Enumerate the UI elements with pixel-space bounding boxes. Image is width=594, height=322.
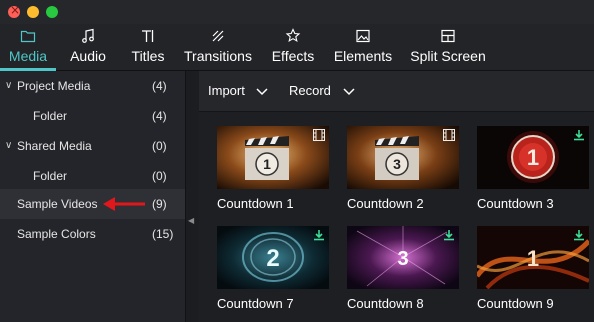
video-thumbnail[interactable]: 3: [347, 226, 459, 289]
sidebar-item-sample-videos[interactable]: Sample Videos (9): [0, 189, 185, 219]
video-thumbnail[interactable]: 2: [217, 226, 329, 289]
transition-icon: [182, 28, 254, 48]
sidebar-item-count: (0): [152, 169, 167, 183]
window-title-bar: [0, 0, 594, 24]
video-thumbnail[interactable]: 1: [217, 126, 329, 189]
split-screen-icon: [408, 28, 488, 48]
sidebar-item-label: Project Media: [17, 79, 91, 93]
sidebar-item-label: Folder: [33, 109, 68, 123]
sidebar-item-count: (4): [152, 79, 167, 93]
film-icon: [443, 129, 455, 141]
image-icon: [330, 28, 396, 48]
video-thumbnail[interactable]: 3: [347, 126, 459, 189]
media-item-title: Countdown 2: [347, 196, 424, 211]
sidebar-item-shared-folder[interactable]: Folder (0): [0, 161, 185, 191]
download-icon[interactable]: [443, 229, 455, 241]
countdown-digit: 1: [263, 156, 271, 172]
sidebar-item-project-media[interactable]: ∨ Project Media (4): [0, 71, 185, 101]
chevron-down-icon[interactable]: ∨: [5, 71, 12, 101]
sidebar-item-count: (15): [152, 227, 174, 241]
countdown-digit: 1: [527, 246, 539, 271]
video-thumbnail[interactable]: 1: [477, 226, 589, 289]
tab-media[interactable]: Media: [0, 24, 56, 71]
download-icon[interactable]: [573, 129, 585, 141]
minimize-window-button[interactable]: [27, 6, 39, 18]
collapse-sidebar-icon[interactable]: ◀: [188, 216, 194, 225]
record-dropdown[interactable]: Record: [289, 71, 355, 111]
sidebar-item-label: Shared Media: [17, 139, 92, 153]
effects-icon: [266, 28, 320, 48]
tab-label: Transitions: [184, 48, 252, 64]
tab-transitions[interactable]: Transitions: [182, 24, 254, 70]
record-label: Record: [289, 83, 331, 98]
close-window-button[interactable]: [8, 3, 20, 18]
music-note-icon: [64, 28, 112, 48]
top-tab-bar: Media Audio Titles Transitions Effects E…: [0, 24, 594, 71]
tab-label: Media: [8, 48, 48, 64]
film-icon: [313, 129, 325, 141]
media-item-title: Countdown 8: [347, 296, 424, 311]
sidebar-item-count: (0): [152, 139, 167, 153]
tab-label: Effects: [271, 48, 315, 64]
countdown-digit: 2: [266, 245, 279, 272]
import-label: Import: [208, 83, 245, 98]
media-item-title: Countdown 3: [477, 196, 554, 211]
panel-divider[interactable]: [185, 71, 200, 322]
tab-effects[interactable]: Effects: [266, 24, 320, 70]
video-thumbnail[interactable]: 1: [477, 126, 589, 189]
tab-elements[interactable]: Elements: [330, 24, 396, 70]
chevron-down-icon: [256, 88, 268, 95]
tab-label: Titles: [131, 48, 165, 64]
tab-label: Audio: [70, 48, 106, 64]
sidebar-item-count: (9): [152, 197, 167, 211]
sidebar-item-label: Folder: [33, 169, 68, 183]
sidebar-item-label: Sample Videos: [17, 197, 98, 211]
sidebar-item-project-folder[interactable]: Folder (4): [0, 101, 185, 131]
import-dropdown[interactable]: Import: [208, 71, 268, 111]
media-grid: 1 Countdown 1 3 Countdown 2 1 Countdown …: [199, 112, 594, 322]
media-library-sidebar: ∨ Project Media (4) Folder (4) ∨ Shared …: [0, 71, 185, 322]
countdown-digit: 3: [393, 156, 401, 172]
annotation-arrow-icon: [103, 197, 145, 211]
tab-split-screen[interactable]: Split Screen: [408, 24, 488, 70]
sidebar-item-count: (4): [152, 109, 167, 123]
download-icon[interactable]: [313, 229, 325, 241]
chevron-down-icon: [343, 88, 355, 95]
sidebar-item-sample-colors[interactable]: Sample Colors (15): [0, 219, 185, 249]
download-icon[interactable]: [573, 229, 585, 241]
tab-titles[interactable]: Titles: [124, 24, 172, 70]
tab-audio[interactable]: Audio: [64, 24, 112, 70]
folder-icon: [0, 28, 56, 48]
media-toolbar: Import Record: [199, 71, 594, 112]
media-item-title: Countdown 7: [217, 296, 294, 311]
media-item-title: Countdown 9: [477, 296, 554, 311]
zoom-window-button[interactable]: [46, 6, 58, 18]
tab-label: Split Screen: [410, 48, 486, 64]
sidebar-item-label: Sample Colors: [17, 227, 96, 241]
tab-label: Elements: [333, 48, 393, 64]
countdown-digit: 1: [527, 145, 539, 170]
chevron-down-icon[interactable]: ∨: [5, 131, 12, 161]
countdown-digit: 3: [397, 248, 408, 270]
sidebar-item-shared-media[interactable]: ∨ Shared Media (0): [0, 131, 185, 161]
media-item-title: Countdown 1: [217, 196, 294, 211]
text-icon: [124, 28, 172, 48]
